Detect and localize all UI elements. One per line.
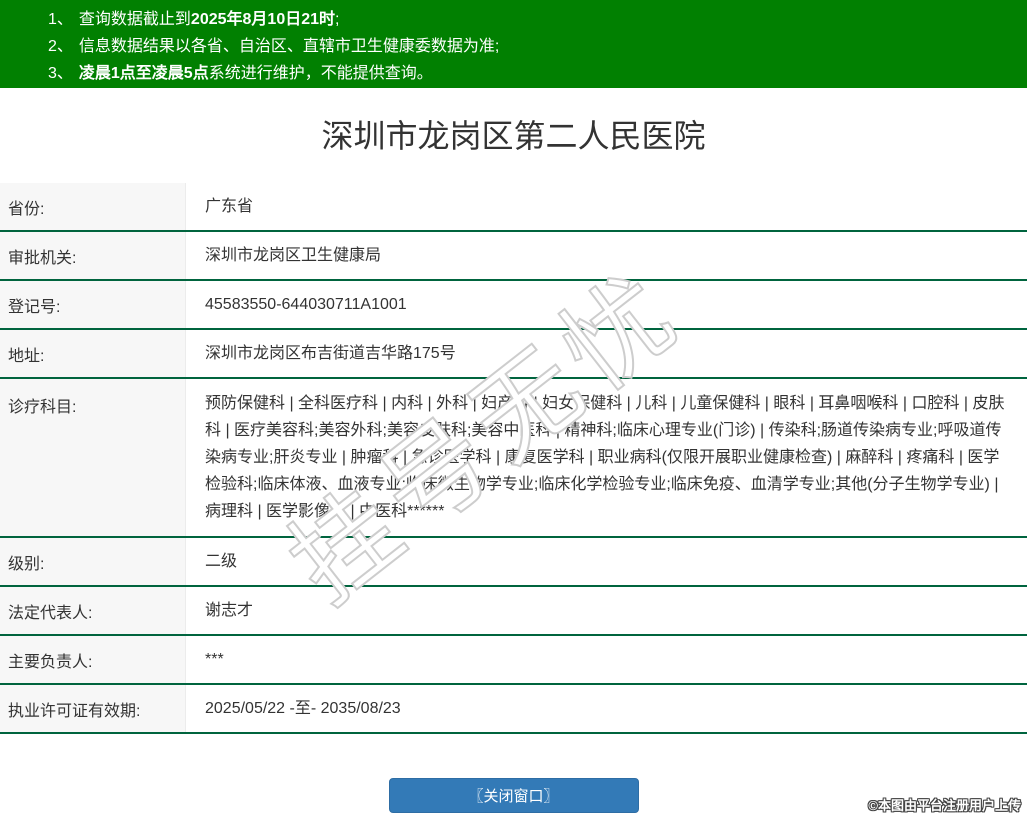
notice-number: 3、: [48, 65, 73, 82]
row-value: 深圳市龙岗区布吉街道吉华路175号: [205, 345, 456, 362]
table-row-province: 省份: 广东省: [0, 183, 1027, 232]
upload-credit-watermark: ©本图由平台注册用户上传: [868, 798, 1021, 813]
table-row-medical-departments: 诊疗科目: 预防保健科 | 全科医疗科 | 内科 | 外科 | 妇产科 | 妇女…: [0, 379, 1027, 538]
table-row-level: 级别: 二级: [0, 538, 1027, 587]
row-value: 二级: [205, 553, 238, 570]
row-label: 执业许可证有效期:: [0, 685, 186, 732]
notice-text: 信息数据结果以各省、自治区、直辖市卫生健康委数据为准;: [78, 38, 500, 55]
row-value: 2025/05/22 -至- 2035/08/23: [205, 700, 401, 717]
row-label: 诊疗科目:: [0, 379, 186, 536]
notice-text-bold: 2025年8月10日21时: [190, 11, 336, 28]
hospital-info-table: 省份: 广东省 审批机关: 深圳市龙岗区卫生健康局 登记号: 45583550-…: [0, 183, 1027, 734]
notice-number: 1、: [48, 11, 73, 28]
notice-number: 2、: [48, 38, 73, 55]
notice-line-3: 3、 凌晨1点至凌晨5点系统进行维护，不能提供查询。: [0, 60, 1027, 87]
close-window-button[interactable]: 〖关闭窗口〗: [388, 778, 639, 813]
table-row-approval-authority: 审批机关: 深圳市龙岗区卫生健康局: [0, 232, 1027, 281]
row-value: 预防保健科 | 全科医疗科 | 内科 | 外科 | 妇产科 | 妇女保健科 | …: [205, 395, 1005, 520]
table-row-main-person-in-charge: 主要负责人: ***: [0, 636, 1027, 685]
table-row-registration-number: 登记号: 45583550-644030711A1001: [0, 281, 1027, 330]
notice-text: 系统进行维护，不能提供查询。: [208, 65, 433, 82]
notice-text-bold: 凌晨1点至凌晨5点: [78, 65, 209, 82]
row-label: 省份:: [0, 183, 186, 230]
row-value: ***: [205, 651, 224, 668]
table-row-license-validity: 执业许可证有效期: 2025/05/22 -至- 2035/08/23: [0, 685, 1027, 734]
hospital-title: 深圳市龙岗区第二人民医院: [321, 118, 706, 154]
table-row-address: 地址: 深圳市龙岗区布吉街道吉华路175号: [0, 330, 1027, 379]
row-value: 广东省: [205, 198, 254, 215]
row-value: 45583550-644030711A1001: [205, 296, 407, 313]
hospital-detail-page: 1、 查询数据截止到2025年8月10日21时; 2、 信息数据结果以各省、自治区、…: [0, 0, 1027, 816]
row-value: 谢志才: [205, 602, 254, 619]
row-label: 登记号:: [0, 281, 186, 328]
notice-banner: 1、 查询数据截止到2025年8月10日21时; 2、 信息数据结果以各省、自治区、…: [0, 0, 1027, 88]
notice-line-1: 1、 查询数据截止到2025年8月10日21时;: [0, 6, 1027, 33]
row-value: 深圳市龙岗区卫生健康局: [205, 247, 382, 264]
row-label: 级别:: [0, 538, 186, 585]
table-row-legal-representative: 法定代表人: 谢志才: [0, 587, 1027, 636]
row-label: 法定代表人:: [0, 587, 186, 634]
notice-line-2: 2、 信息数据结果以各省、自治区、直辖市卫生健康委数据为准;: [0, 33, 1027, 60]
notice-text: ;: [335, 11, 340, 28]
row-label: 审批机关:: [0, 232, 186, 279]
row-label: 主要负责人:: [0, 636, 186, 683]
notice-text: 查询数据截止到: [78, 11, 191, 28]
row-label: 地址:: [0, 330, 186, 377]
